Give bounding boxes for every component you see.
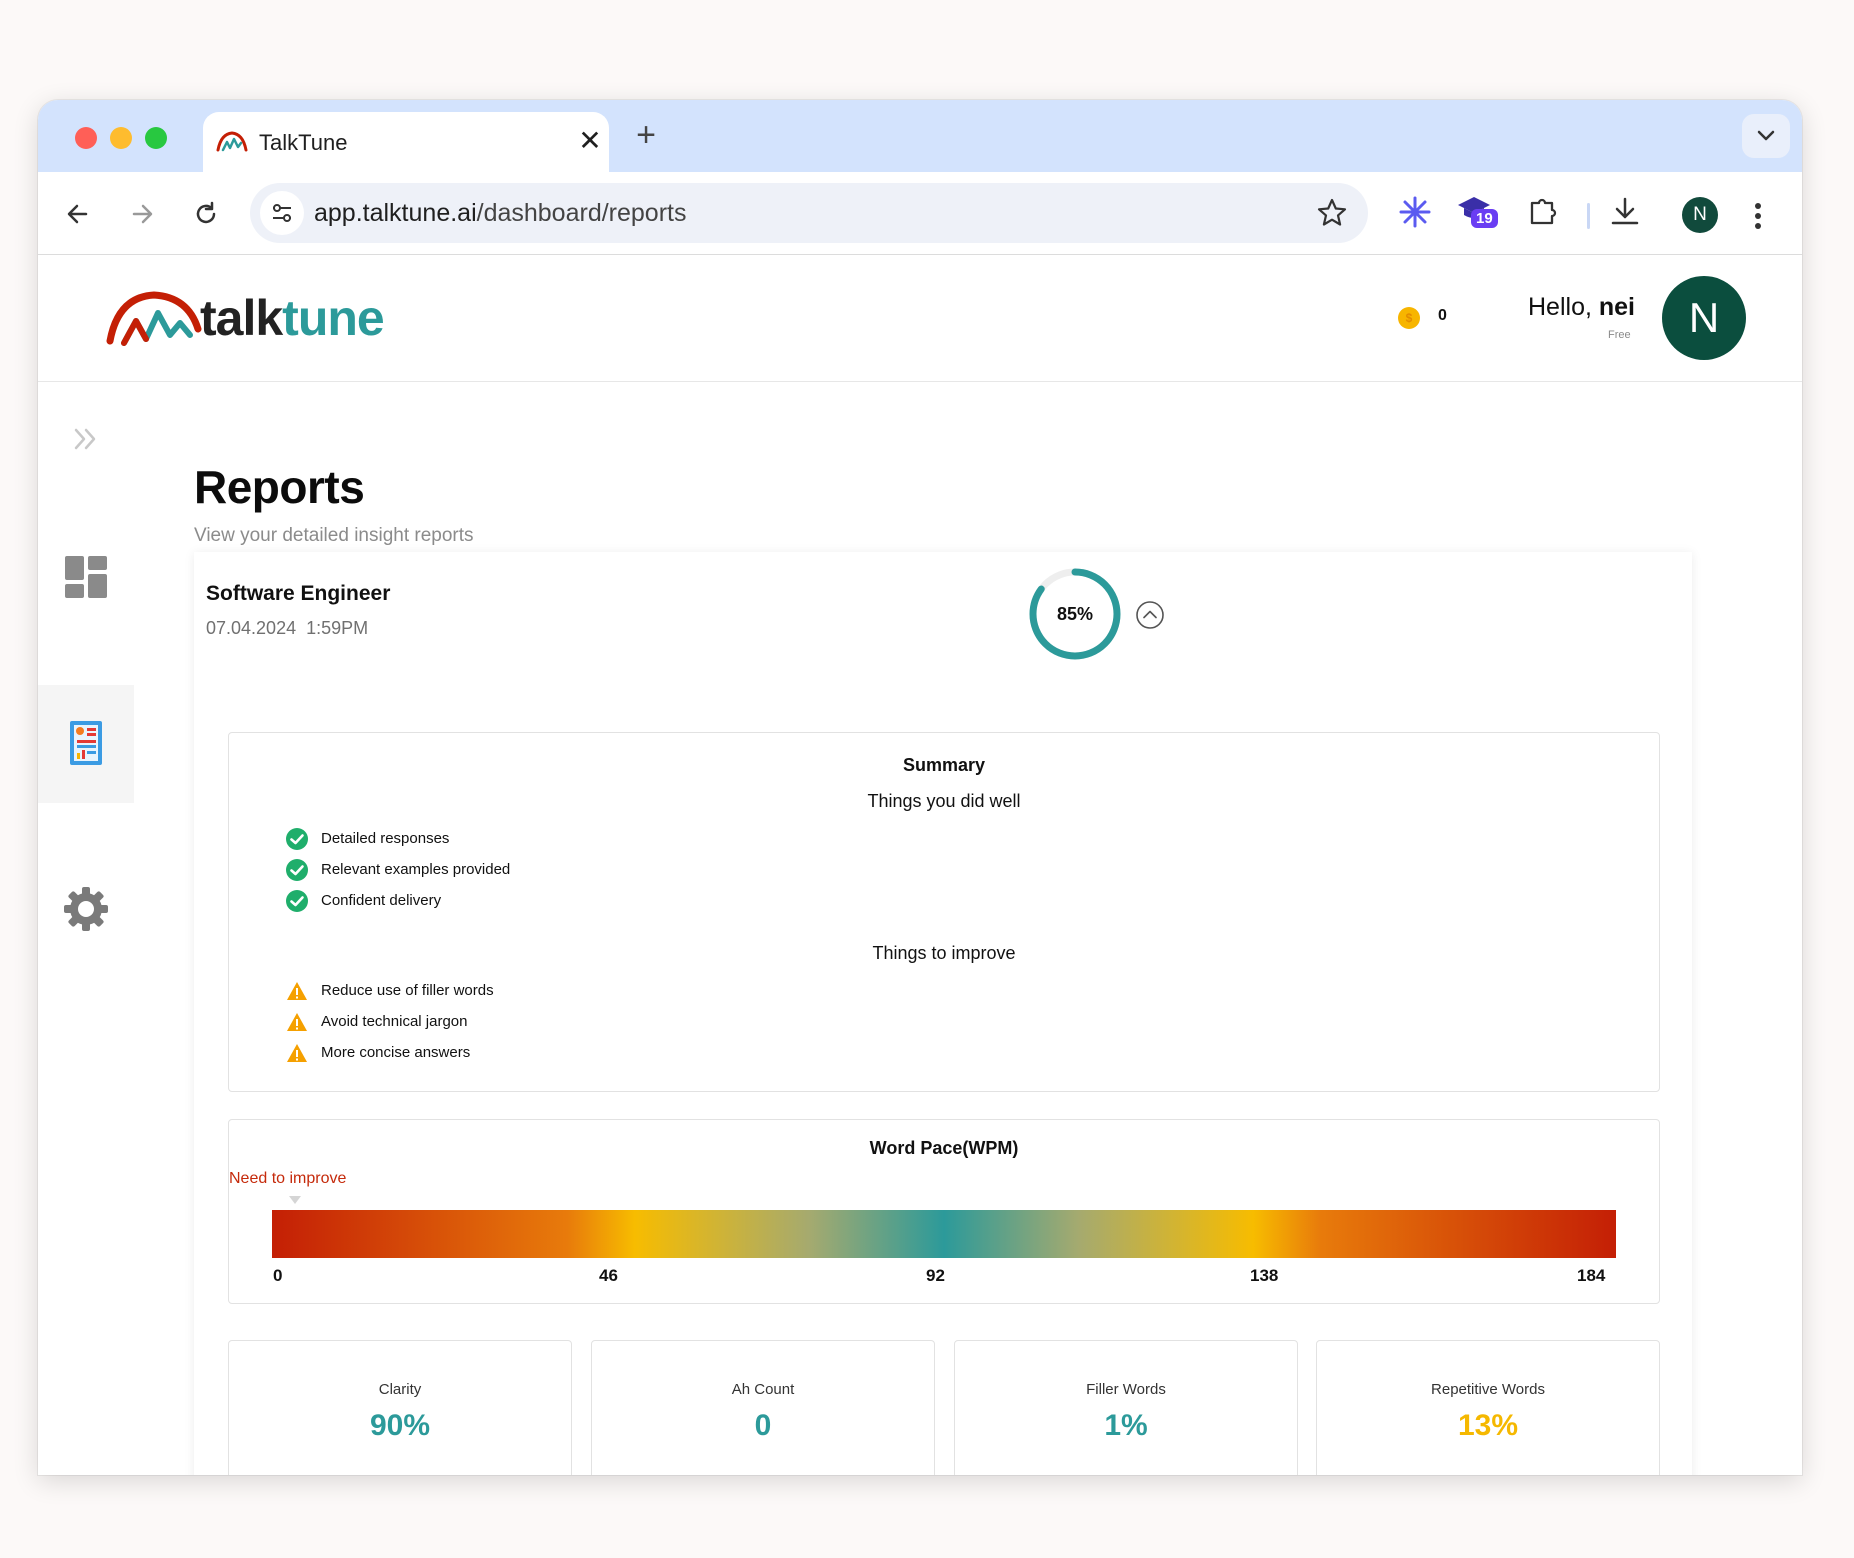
puzzle-extensions-icon[interactable] [1524, 193, 1562, 231]
browser-tab-talktune[interactable]: TalkTune ✕ [203, 112, 609, 172]
metric-card-filler-words: Filler Words 1% [954, 1340, 1298, 1475]
report-datetime: 07.04.2024 1:59PM [206, 618, 368, 639]
logo-wordmark[interactable]: talktune [200, 289, 385, 347]
did-well-text: Confident delivery [321, 892, 442, 909]
dashboard-icon [65, 556, 107, 598]
page-title: Reports [194, 461, 365, 513]
browser-toolbar: app.talktune.ai/dashboard/reports 19 N [38, 172, 1802, 255]
sidebar-item-settings[interactable] [38, 884, 134, 934]
coin-icon: $ [1398, 307, 1420, 329]
metric-value: 90% [369, 1409, 431, 1442]
metric-value: 13% [1457, 1409, 1519, 1442]
pace-tick: 184 [1577, 1266, 1606, 1285]
bookmark-star-icon[interactable] [1314, 195, 1350, 231]
more-menu-icon[interactable] [1752, 198, 1764, 234]
extension-badge: 19 [1471, 209, 1498, 228]
back-arrow-icon[interactable] [58, 194, 98, 234]
pace-tick: 92 [926, 1266, 945, 1285]
report-role: Software Engineer [206, 582, 391, 605]
tab-bar: TalkTune ✕ + [38, 100, 1802, 172]
maximize-window-button[interactable] [145, 127, 167, 149]
minimize-window-button[interactable] [110, 127, 132, 149]
word-pace-title: Word Pace(WPM) [869, 1138, 1019, 1158]
metric-label: Filler Words [1086, 1381, 1166, 1398]
greeting-text: Hello, [1528, 293, 1592, 321]
logo-word-tune: tune [282, 290, 385, 346]
score-label: 85% [1056, 604, 1094, 624]
sidebar-item-dashboard[interactable] [38, 550, 134, 606]
metric-label: Clarity [378, 1381, 422, 1398]
report-date: 07.04.2024 [206, 618, 297, 638]
main-content: Reports View your detailed insight repor… [134, 382, 1802, 1475]
snowflake-extension-icon[interactable] [1396, 193, 1434, 231]
improve-text: Avoid technical jargon [321, 1013, 468, 1030]
metric-value: 0 [754, 1409, 772, 1442]
improve-text: Reduce use of filler words [321, 982, 494, 999]
check-circle-icon [286, 859, 308, 881]
warning-triangle-icon [287, 1013, 307, 1031]
username: nei [1598, 293, 1635, 321]
report-time: 1:59PM [306, 618, 369, 638]
site-info-button[interactable] [260, 191, 304, 235]
greeting: Hello, nei [1528, 293, 1635, 322]
app-header: talktune $ 0 Hello, nei Free N [38, 255, 1802, 382]
gear-icon [64, 887, 108, 931]
report-card: Software Engineer 07.04.2024 1:59PM 85% … [194, 552, 1692, 1475]
pace-gradient-bar [272, 1210, 1616, 1258]
collapse-report-button[interactable] [1134, 599, 1166, 631]
metric-card-ah-count: Ah Count 0 [591, 1340, 935, 1475]
page-subtitle: View your detailed insight reports [194, 525, 474, 546]
metric-card-repetitive-words: Repetitive Words 13% [1316, 1340, 1660, 1475]
metric-label: Repetitive Words [1431, 1381, 1545, 1398]
url-host: app.talktune.ai [314, 199, 477, 227]
new-tab-button[interactable]: + [626, 118, 666, 152]
pace-status: Need to improve [229, 1170, 347, 1187]
talktune-logo-icon[interactable] [104, 283, 204, 353]
reports-icon [70, 721, 102, 765]
address-bar[interactable]: app.talktune.ai/dashboard/reports [250, 183, 1368, 243]
warning-triangle-icon [287, 982, 307, 1000]
coin-count: 0 [1438, 307, 1447, 324]
summary-panel: Summary Things you did well Detailed res… [228, 732, 1660, 1092]
tab-close-button[interactable]: ✕ [575, 124, 605, 158]
check-circle-icon [286, 828, 308, 850]
chevron-down-icon [1757, 130, 1775, 141]
summary-title: Summary [902, 755, 986, 775]
user-avatar[interactable]: N [1662, 276, 1746, 360]
tab-search-button[interactable] [1742, 114, 1790, 158]
forward-arrow-icon[interactable] [122, 194, 162, 234]
did-well-title: Things you did well [867, 791, 1021, 811]
warning-triangle-icon [287, 1044, 307, 1062]
download-icon[interactable] [1606, 193, 1644, 231]
sidebar-item-reports[interactable] [38, 685, 134, 803]
improve-title: Things to improve [872, 943, 1016, 963]
metric-value: 1% [1104, 1409, 1148, 1442]
pace-tick: 138 [1250, 1266, 1279, 1285]
tune-icon [273, 204, 291, 222]
reload-icon[interactable] [186, 194, 226, 234]
did-well-text: Relevant examples provided [321, 861, 511, 878]
did-well-text: Detailed responses [321, 830, 450, 847]
sidebar-expand-button[interactable] [38, 422, 134, 456]
word-pace-panel: Word Pace(WPM) Need to improve 0 46 92 1… [228, 1119, 1660, 1304]
sidebar [38, 382, 135, 1475]
check-circle-icon [286, 890, 308, 912]
double-chevron-right-icon [74, 428, 96, 450]
pace-marker [289, 1196, 301, 1204]
metric-label: Ah Count [731, 1381, 795, 1398]
metric-card-clarity: Clarity 90% [228, 1340, 572, 1475]
tab-title: TalkTune [259, 130, 348, 155]
browser-window: TalkTune ✕ + app.talktune.ai/dashboard/r… [38, 100, 1802, 1475]
browser-profile-avatar[interactable]: N [1682, 197, 1718, 233]
logo-word-talk: talk [200, 290, 283, 346]
pace-tick: 0 [273, 1266, 283, 1285]
url-path: /dashboard/reports [476, 199, 687, 227]
close-window-button[interactable] [75, 127, 97, 149]
url-text[interactable]: app.talktune.ai/dashboard/reports [314, 199, 686, 228]
pace-tick: 46 [599, 1266, 618, 1285]
talktune-favicon-icon [216, 131, 248, 152]
improve-text: More concise answers [321, 1044, 471, 1061]
toolbar-divider [1587, 203, 1590, 229]
plan-label: Free [1608, 329, 1631, 341]
